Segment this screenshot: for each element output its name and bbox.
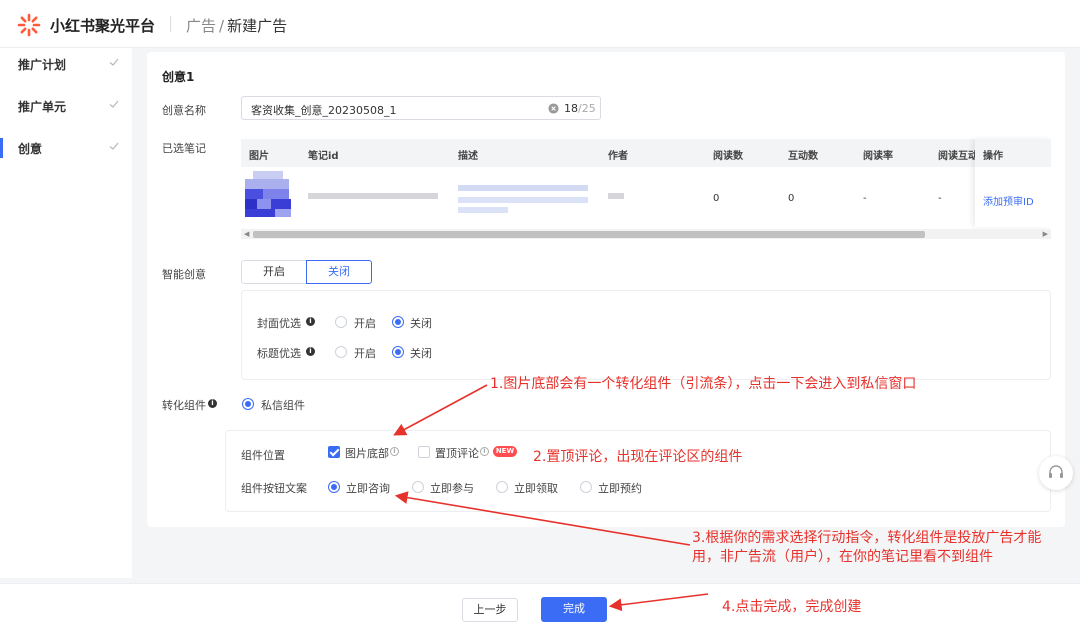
annotation-2: 2.置顶评论，出现在评论区的组件	[533, 449, 743, 465]
annotation-4: 4.点击完成，完成创建	[722, 599, 862, 615]
annotation-3-line-2: 用，非广告流（用户），在你的笔记里看不到组件	[692, 549, 993, 565]
annotation-arrow-4	[608, 593, 709, 612]
annotation-1: 1.图片底部会有一个转化组件（引流条），点击一下会进入到私信窗口	[490, 376, 917, 392]
annotation-3-line-1: 3.根据你的需求选择行动指令，转化组件是投放广告才能	[692, 530, 1042, 546]
annotation-arrow-3	[394, 491, 691, 546]
annotation-arrow-1	[393, 384, 488, 436]
